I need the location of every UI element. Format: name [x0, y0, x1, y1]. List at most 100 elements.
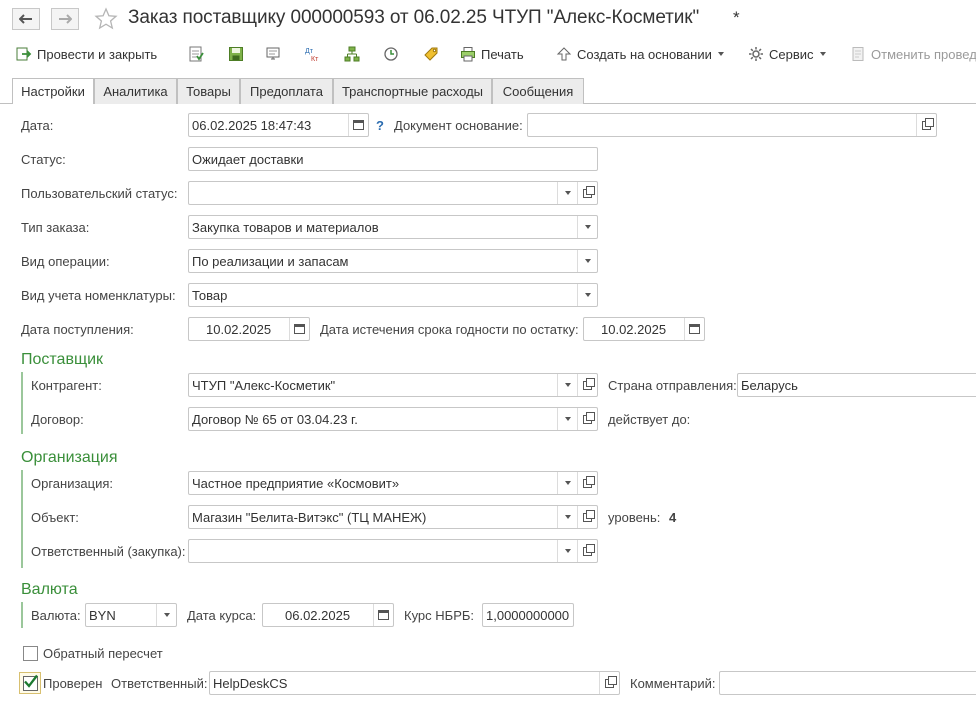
chevron-down-icon [564, 481, 571, 485]
organization-dropdown-button[interactable] [557, 472, 577, 494]
contract-open-button[interactable] [577, 408, 597, 430]
post-and-close-icon [16, 47, 32, 61]
counterparty-open-button[interactable] [577, 374, 597, 396]
date-value: 06.02.2025 18:47:43 [192, 117, 312, 133]
favorite-star-icon[interactable] [94, 7, 118, 34]
user-status-open-button[interactable] [577, 182, 597, 204]
chevron-down-icon [564, 515, 571, 519]
currency-select[interactable]: BYN [85, 603, 177, 627]
save-button[interactable] [226, 44, 246, 64]
base-doc-field[interactable] [527, 113, 937, 137]
post-and-close-label: Провести и закрыть [37, 46, 158, 62]
svg-text:Кт: Кт [311, 56, 319, 62]
order-type-dropdown-button[interactable] [577, 216, 597, 238]
organization-field[interactable]: Частное предприятие «Космовит» [188, 471, 598, 495]
structure-button[interactable] [263, 44, 283, 64]
expiry-date-calendar-button[interactable] [684, 318, 704, 340]
forward-button[interactable] [51, 8, 79, 30]
counterparty-label: Контрагент: [31, 378, 102, 393]
counterparty-value: ЧТУП "Алекс-Косметик" [192, 377, 336, 393]
counterparty-field[interactable]: ЧТУП "Алекс-Косметик" [188, 373, 598, 397]
chevron-down-icon [584, 259, 591, 263]
tab-prepayment[interactable]: Предоплата [240, 78, 333, 104]
level-value: 4 [669, 510, 677, 525]
status-label: Статус: [21, 152, 66, 167]
country-field[interactable]: Беларусь [737, 373, 976, 397]
expiry-date-field[interactable]: 10.02.2025 [583, 317, 705, 341]
responsible-open-button[interactable] [599, 672, 619, 694]
rate-date-field[interactable]: 06.02.2025 [262, 603, 394, 627]
history-button[interactable] [381, 44, 401, 64]
dtkt-icon: Дт Кт [305, 48, 319, 62]
checked-checkbox[interactable] [23, 674, 38, 691]
responsible-purchase-open-button[interactable] [577, 540, 597, 562]
organization-group-title: Организация [21, 449, 118, 466]
rate-date-calendar-button[interactable] [373, 604, 393, 626]
rate-field[interactable]: 1,0000000000 [482, 603, 574, 627]
country-value: Беларусь [741, 377, 798, 393]
tab-settings[interactable]: Настройки [12, 78, 94, 104]
user-status-dropdown-button[interactable] [557, 182, 577, 204]
tab-messages[interactable]: Сообщения [492, 78, 584, 104]
organization-open-button[interactable] [577, 472, 597, 494]
clock-icon [384, 47, 398, 61]
accounting-select[interactable]: Товар [188, 283, 598, 307]
organization-value: Частное предприятие «Космовит» [192, 475, 400, 491]
object-label: Объект: [31, 510, 79, 525]
operation-dropdown-button[interactable] [577, 250, 597, 272]
tag-button[interactable] [421, 44, 441, 64]
date-calendar-button[interactable] [348, 114, 368, 136]
post-and-close-button[interactable]: Провести и закрыть [16, 44, 157, 64]
chevron-down-icon [584, 225, 591, 229]
responsible-purchase-field[interactable] [188, 539, 598, 563]
responsible-field[interactable]: HelpDeskCS [209, 671, 620, 695]
post-icon [189, 46, 204, 62]
back-button[interactable] [12, 8, 40, 30]
contract-dropdown-button[interactable] [557, 408, 577, 430]
service-button[interactable]: Сервис [748, 44, 826, 64]
object-dropdown-button[interactable] [557, 506, 577, 528]
create-based-on-button[interactable]: Создать на основании [556, 44, 724, 64]
responsible-purchase-dropdown-button[interactable] [557, 540, 577, 562]
comment-field[interactable] [719, 671, 976, 695]
receipt-date-field[interactable]: 10.02.2025 [188, 317, 310, 341]
object-field[interactable]: Магазин "Белита-Витэкс" (ТЦ МАНЕЖ) [188, 505, 598, 529]
dtkt-button[interactable]: Дт Кт [303, 44, 323, 64]
print-button[interactable]: Печать [460, 44, 524, 64]
receipt-date-label: Дата поступления: [21, 322, 134, 337]
accounting-dropdown-button[interactable] [577, 284, 597, 306]
rate-label: Курс НБРБ: [404, 608, 475, 623]
receipt-date-calendar-button[interactable] [289, 318, 309, 340]
user-status-field[interactable] [188, 181, 598, 205]
tab-analytics[interactable]: Аналитика [94, 78, 177, 104]
order-type-select[interactable]: Закупка товаров и материалов [188, 215, 598, 239]
currency-dropdown-button[interactable] [156, 604, 176, 626]
organization-group-bar [21, 470, 23, 568]
base-doc-open-button[interactable] [916, 114, 936, 136]
window-title: Заказ поставщику 000000593 от 06.02.25 Ч… [128, 7, 700, 28]
document-preview-icon [266, 47, 280, 60]
post-button[interactable] [186, 44, 206, 64]
reverse-calc-checkbox[interactable] [23, 646, 38, 661]
object-open-button[interactable] [577, 506, 597, 528]
gear-icon [749, 47, 763, 61]
cancel-posting-button[interactable]: Отменить провед [850, 44, 976, 64]
operation-select[interactable]: По реализации и запасам [188, 249, 598, 273]
supplier-group-title: Поставщик [21, 351, 104, 368]
country-label: Страна отправления: [608, 378, 737, 393]
date-field[interactable]: 06.02.2025 18:47:43 [188, 113, 369, 137]
contract-label: Договор: [31, 412, 84, 427]
calendar-icon [294, 324, 305, 334]
rate-date-value: 06.02.2025 [285, 607, 351, 623]
tab-goods[interactable]: Товары [177, 78, 240, 104]
chevron-down-icon [819, 52, 826, 56]
contract-field[interactable]: Договор № 65 от 03.04.23 г. [188, 407, 598, 431]
comment-label: Комментарий: [630, 676, 716, 691]
organization-label: Организация: [31, 476, 114, 491]
counterparty-dropdown-button[interactable] [557, 374, 577, 396]
receipt-date-value: 10.02.2025 [206, 321, 272, 337]
hierarchy-button[interactable] [342, 44, 362, 64]
tab-transport-costs[interactable]: Транспортные расходы [333, 78, 492, 104]
supplier-group-bar [21, 372, 23, 434]
help-icon[interactable]: ? [376, 118, 384, 133]
